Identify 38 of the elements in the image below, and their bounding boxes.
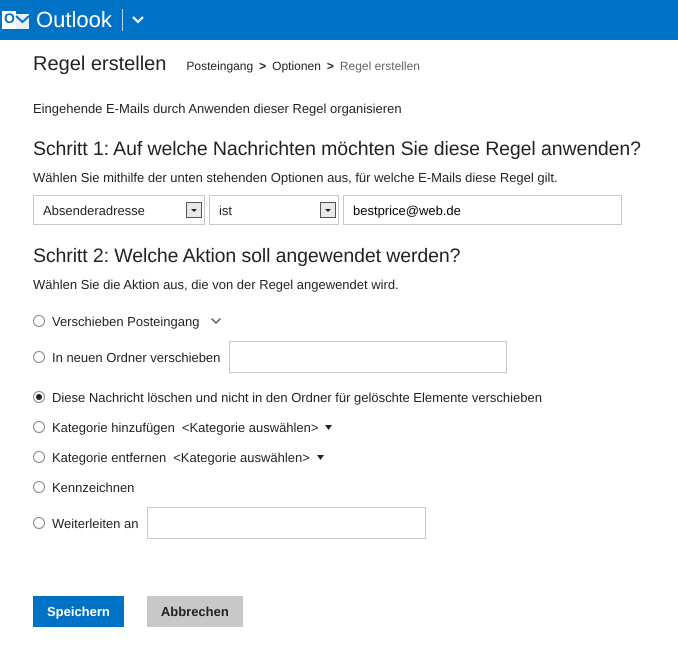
page-title: Regel erstellen: [33, 53, 166, 76]
action-label: Diese Nachricht löschen und nicht in den Ordner für gelöschte Elemente verschieben: [52, 390, 542, 404]
radio-button[interactable]: [33, 421, 45, 433]
radio-button[interactable]: [33, 351, 45, 363]
app-name[interactable]: Outlook: [36, 7, 112, 33]
radio-button[interactable]: [33, 517, 45, 529]
radio-button[interactable]: [33, 481, 45, 493]
breadcrumb-link[interactable]: Posteingang: [186, 59, 254, 73]
value-input-field[interactable]: bestprice@web.de: [343, 195, 622, 225]
action-label: Weiterleiten an: [52, 516, 138, 530]
chevron-down-icon[interactable]: [210, 317, 222, 325]
text-input-field[interactable]: [147, 507, 426, 539]
action-label: Kategorie entfernen: [52, 450, 166, 464]
action-label: Kategorie hinzufügen: [52, 420, 175, 434]
radio-button[interactable]: [33, 391, 45, 403]
text-input-field[interactable]: [229, 341, 508, 373]
cancel-button[interactable]: Abbrechen: [146, 596, 243, 627]
radio-button[interactable]: [33, 451, 45, 463]
breadcrumb-separator: >: [259, 59, 266, 73]
breadcrumb-separator: >: [326, 59, 334, 73]
breadcrumb-link[interactable]: Optionen: [272, 59, 321, 73]
action-label: Kennzeichnen: [52, 480, 134, 494]
condition-dropdown[interactable]: Absenderadresse: [33, 195, 205, 225]
step-heading: Schritt 1: Auf welche Nachrichten möchten Sie diese Regel anwenden?: [33, 138, 642, 161]
logo-letter: O: [4, 10, 15, 26]
operator-dropdown[interactable]: ist: [209, 195, 339, 225]
category-picker[interactable]: <Kategorie auswählen>: [173, 450, 310, 464]
intro-text: Eingehende E-Mails durch Anwenden dieser Regel organisieren: [33, 101, 403, 116]
caret-down-icon[interactable]: [316, 454, 324, 460]
category-picker[interactable]: <Kategorie auswählen>: [182, 420, 318, 434]
step-heading: Schritt 2: Welche Aktion soll angewendet werden?: [33, 245, 462, 268]
save-button[interactable]: Speichern: [33, 596, 124, 627]
step-hint: Wählen Sie mithilfe der unten stehenden Optionen aus, für welche E-Mails diese Regel gilt.: [33, 170, 559, 185]
step-hint: Wählen Sie die Aktion aus, die von der Regel angewendet wird.: [33, 277, 400, 292]
caret-down-icon[interactable]: [325, 424, 332, 430]
action-label: In neuen Ordner verschieben: [52, 350, 220, 364]
action-label: Verschieben Posteingang: [52, 314, 200, 328]
radio-button[interactable]: [33, 315, 45, 327]
